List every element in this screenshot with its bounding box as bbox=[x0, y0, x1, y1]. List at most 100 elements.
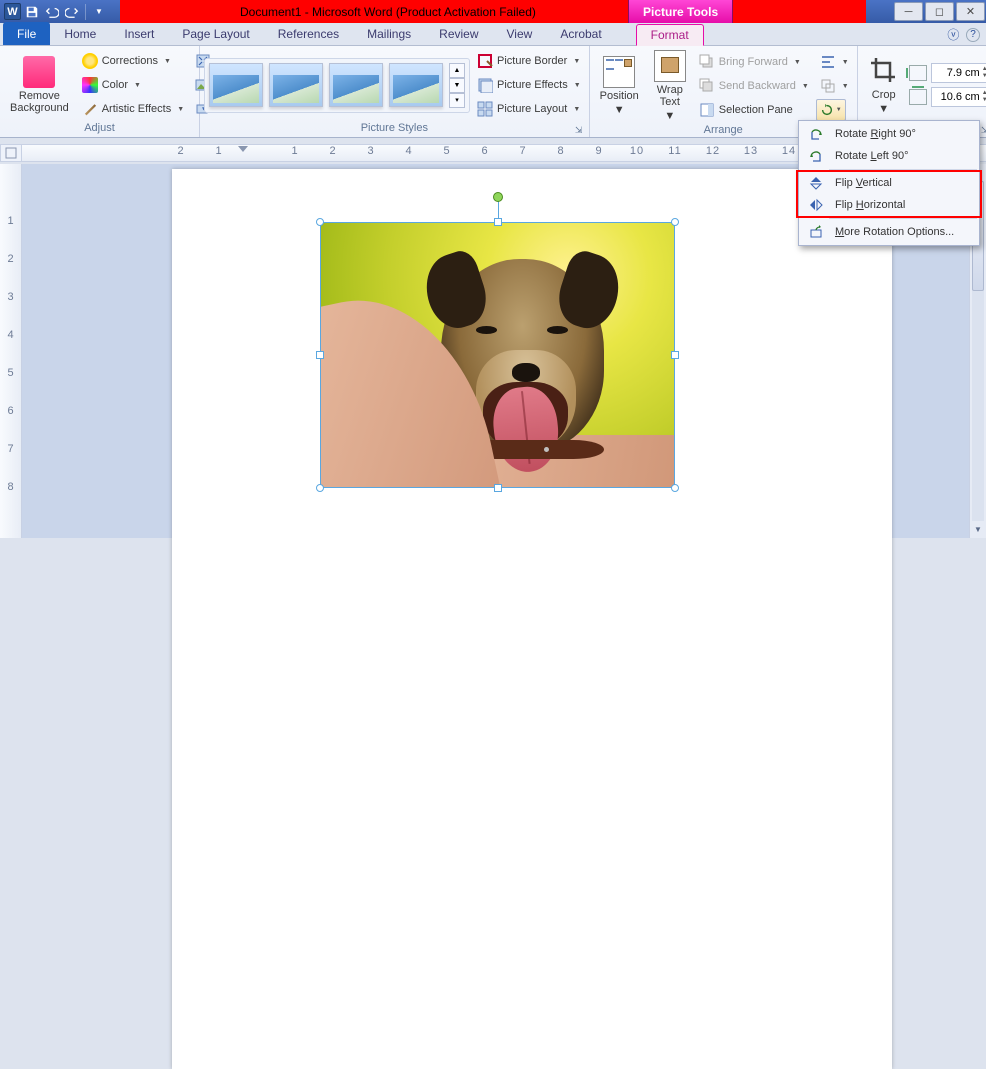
minimize-button[interactable]: ─ bbox=[894, 2, 923, 21]
tab-file[interactable]: File bbox=[3, 22, 50, 45]
picture-border-button[interactable]: Picture Border▼ bbox=[473, 50, 585, 72]
resize-handle-n[interactable] bbox=[494, 218, 502, 226]
position-button[interactable]: Position▼ bbox=[594, 54, 645, 118]
rotate-options-icon bbox=[807, 223, 825, 241]
tab-view[interactable]: View bbox=[493, 23, 547, 45]
dialog-launcher-icon[interactable]: ⇲ bbox=[573, 125, 585, 137]
close-button[interactable]: ✕ bbox=[956, 2, 985, 21]
maximize-button[interactable]: ◻ bbox=[925, 2, 954, 21]
height-input[interactable]: ▲▼ bbox=[931, 63, 986, 83]
selection-pane-label: Selection Pane bbox=[719, 104, 793, 116]
tab-home[interactable]: Home bbox=[50, 23, 110, 45]
remove-background-label: Remove Background bbox=[10, 90, 69, 114]
ruler-corner bbox=[0, 144, 22, 162]
selection-border bbox=[320, 222, 675, 488]
resize-handle-sw[interactable] bbox=[316, 484, 324, 492]
artistic-effects-button[interactable]: Artistic Effects▼ bbox=[78, 98, 188, 120]
picture-layout-button[interactable]: Picture Layout▼ bbox=[473, 98, 585, 120]
width-field[interactable] bbox=[934, 91, 980, 103]
corrections-button[interactable]: Corrections▼ bbox=[78, 50, 188, 72]
rotate-right-item[interactable]: Rotate Right 90° bbox=[801, 123, 977, 145]
rotate-left-item[interactable]: Rotate Left 90° bbox=[801, 145, 977, 167]
picture-effects-button[interactable]: Picture Effects▼ bbox=[473, 74, 585, 96]
style-thumb[interactable] bbox=[209, 63, 263, 107]
flip-vertical-item[interactable]: Flip Vertical bbox=[801, 172, 977, 194]
more-rotation-options-item[interactable]: More Rotation Options... bbox=[801, 221, 977, 243]
spin-up-icon[interactable]: ▲ bbox=[982, 66, 986, 73]
rotate-right-icon bbox=[807, 125, 825, 143]
gallery-more-icon[interactable]: ▾ bbox=[449, 93, 465, 108]
flip-horizontal-item[interactable]: Flip Horizontal bbox=[801, 194, 977, 216]
crop-button[interactable]: Crop▼ bbox=[862, 53, 906, 117]
save-icon[interactable] bbox=[23, 3, 41, 21]
tab-page-layout[interactable]: Page Layout bbox=[168, 23, 263, 45]
selection-pane-button[interactable]: Selection Pane bbox=[695, 99, 813, 121]
wrap-text-button[interactable]: Wrap Text▼ bbox=[648, 48, 692, 124]
rotation-handle[interactable] bbox=[493, 192, 503, 202]
remove-background-button[interactable]: Remove Background bbox=[4, 54, 75, 116]
selected-picture[interactable] bbox=[320, 222, 675, 488]
wrap-text-label: Wrap Text bbox=[657, 84, 683, 108]
rotate-left-icon bbox=[807, 147, 825, 165]
ribbon-minimize-icon[interactable]: ⓥ ? bbox=[947, 23, 980, 46]
resize-handle-se[interactable] bbox=[671, 484, 679, 492]
send-backward-button: Send Backward▼ bbox=[695, 75, 813, 97]
color-button[interactable]: Color▼ bbox=[78, 74, 188, 96]
gallery-down-icon[interactable]: ▼ bbox=[449, 78, 465, 93]
resize-handle-s[interactable] bbox=[494, 484, 502, 492]
scroll-down-icon[interactable]: ▼ bbox=[970, 521, 986, 538]
height-field[interactable] bbox=[934, 67, 980, 79]
spin-down-icon[interactable]: ▼ bbox=[982, 73, 986, 80]
tab-references[interactable]: References bbox=[264, 23, 353, 45]
tab-format[interactable]: Format bbox=[636, 24, 704, 46]
gallery-up-icon[interactable]: ▲ bbox=[449, 63, 465, 78]
menu-separator bbox=[829, 169, 977, 170]
spin-up-icon[interactable]: ▲ bbox=[982, 90, 986, 97]
picture-border-icon bbox=[477, 53, 493, 69]
word-app-icon[interactable]: W bbox=[4, 3, 21, 20]
crop-icon bbox=[868, 55, 900, 87]
group-icon bbox=[820, 78, 836, 94]
flip-vertical-label: Flip Vertical bbox=[835, 177, 892, 189]
resize-handle-nw[interactable] bbox=[316, 218, 324, 226]
style-thumb[interactable] bbox=[389, 63, 443, 107]
rotate-left-label: Rotate Left 90° bbox=[835, 150, 909, 162]
bring-forward-button: Bring Forward▼ bbox=[695, 51, 813, 73]
tab-review[interactable]: Review bbox=[425, 23, 492, 45]
title-bar: W ▼ Document1 - Microsoft Word (Product … bbox=[0, 0, 986, 23]
picture-styles-gallery[interactable]: ▲ ▼ ▾ bbox=[204, 58, 470, 113]
tab-acrobat[interactable]: Acrobat bbox=[546, 23, 615, 45]
help-icon[interactable]: ? bbox=[966, 28, 980, 42]
rotate-button[interactable]: ▼ bbox=[816, 99, 846, 121]
picture-effects-label: Picture Effects bbox=[497, 79, 568, 91]
flip-horizontal-label: Flip Horizontal bbox=[835, 199, 905, 211]
undo-icon[interactable] bbox=[43, 3, 61, 21]
style-thumb[interactable] bbox=[269, 63, 323, 107]
position-icon bbox=[603, 56, 635, 88]
width-input[interactable]: ▲▼ bbox=[931, 87, 986, 107]
picture-effects-icon bbox=[477, 77, 493, 93]
remove-background-icon bbox=[23, 56, 55, 88]
resize-handle-ne[interactable] bbox=[671, 218, 679, 226]
contextual-tab-header: Picture Tools bbox=[628, 0, 733, 23]
rotate-menu: Rotate Right 90° Rotate Left 90° Flip Ve… bbox=[798, 120, 980, 246]
artistic-effects-label: Artistic Effects bbox=[102, 103, 171, 115]
resize-handle-w[interactable] bbox=[316, 351, 324, 359]
rotate-icon bbox=[820, 103, 834, 117]
vertical-ruler[interactable]: 12345678 bbox=[0, 164, 22, 538]
spin-down-icon[interactable]: ▼ bbox=[982, 97, 986, 104]
customize-qat-icon[interactable]: ▼ bbox=[90, 3, 108, 21]
corrections-label: Corrections bbox=[102, 55, 158, 67]
group-label-adjust: Adjust bbox=[4, 122, 195, 137]
title-strip: Document1 - Microsoft Word (Product Acti… bbox=[120, 0, 866, 23]
tab-mailings[interactable]: Mailings bbox=[353, 23, 425, 45]
resize-handle-e[interactable] bbox=[671, 351, 679, 359]
style-thumb[interactable] bbox=[329, 63, 383, 107]
bring-forward-label: Bring Forward bbox=[719, 56, 788, 68]
bring-forward-icon bbox=[699, 54, 715, 70]
artistic-effects-icon bbox=[82, 101, 98, 117]
tab-insert[interactable]: Insert bbox=[110, 23, 168, 45]
picture-layout-icon bbox=[477, 101, 493, 117]
redo-icon[interactable] bbox=[63, 3, 81, 21]
align-button[interactable]: ▼ bbox=[816, 51, 853, 73]
